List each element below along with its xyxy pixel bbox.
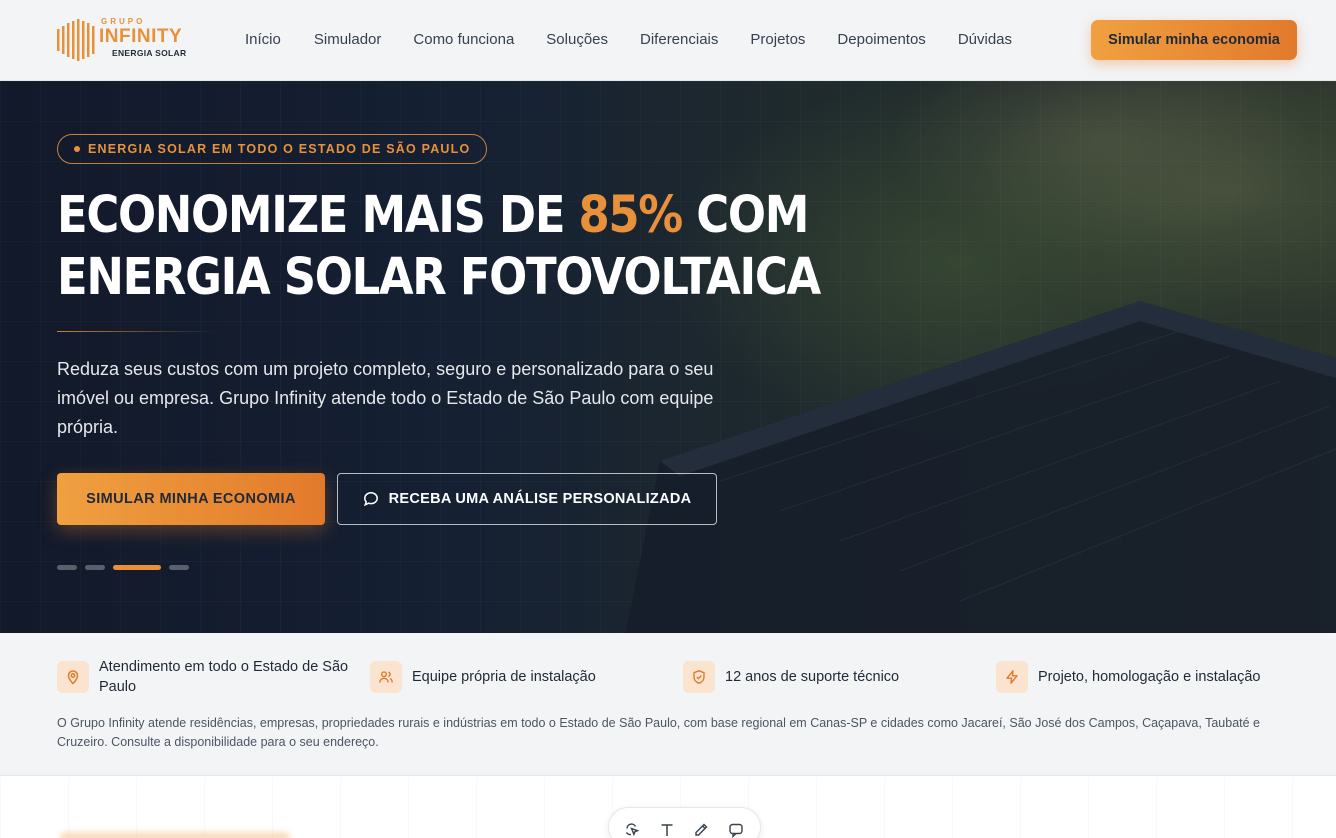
feature-text: 12 anos de suporte técnico xyxy=(725,669,900,685)
logo-name: INFINITY xyxy=(99,26,183,47)
feature-item: Atendimento em todo o Estado de São Paul… xyxy=(57,657,361,697)
text-tool-icon[interactable] xyxy=(657,820,678,838)
coverage-note: O Grupo Infinity atende residências, emp… xyxy=(57,716,1260,749)
hero-divider xyxy=(57,331,217,332)
hero-badge: ENERGIA SOLAR EM TODO O ESTADO DE SÃO PA… xyxy=(57,134,488,164)
hero-title-accent: 85% xyxy=(578,186,683,245)
hero-title-part2: COM xyxy=(681,186,809,245)
brand-logo[interactable]: GRUPO INFINITY ENERGIA SOLAR xyxy=(57,17,197,63)
logo-grupo: GRUPO xyxy=(101,17,146,26)
chat-bubble-icon xyxy=(363,492,378,507)
feature-item: Projeto, homologação e instalação xyxy=(996,661,1260,693)
select-tool-icon[interactable] xyxy=(622,820,643,838)
nav-item-duvidas[interactable]: Dúvidas xyxy=(958,31,1012,48)
shield-check-icon xyxy=(683,661,715,693)
feature-text: Atendimento em todo o Estado de São Paul… xyxy=(99,659,349,695)
feature-item: Equipe própria de instalação xyxy=(370,661,596,693)
badge-text: ENERGIA SOLAR EM TODO O ESTADO DE SÃO PA… xyxy=(88,142,471,156)
logo-tagline: ENERGIA SOLAR xyxy=(112,48,187,58)
feature-text: Equipe própria de instalação xyxy=(412,669,596,685)
comment-tool-icon[interactable] xyxy=(726,820,747,838)
hero-title: ECONOMIZE MAIS DE 85% COM ENERGIA SOLAR … xyxy=(57,185,821,309)
personalized-analysis-button[interactable]: RECEBA UMA ANÁLISE PERSONALIZADA xyxy=(337,473,717,525)
nav-item-diferenciais[interactable]: Diferenciais xyxy=(640,31,718,48)
next-section xyxy=(0,777,1336,838)
team-icon xyxy=(370,661,402,693)
nav-item-depoimentos[interactable]: Depoimentos xyxy=(837,31,925,48)
main-nav: Início Simulador Como funciona Soluções … xyxy=(245,31,1044,48)
simulate-savings-button[interactable]: SIMULAR MINHA ECONOMIA xyxy=(57,473,325,525)
badge-dot-icon xyxy=(74,146,80,152)
floating-toolbar xyxy=(608,807,761,838)
logo-bars-icon xyxy=(57,19,95,61)
features-strip: Atendimento em todo o Estado de São Paul… xyxy=(0,633,1336,776)
hero-title-line2: ENERGIA SOLAR FOTOVOLTAICA xyxy=(57,248,821,307)
hero-section: ENERGIA SOLAR EM TODO O ESTADO DE SÃO PA… xyxy=(0,81,1336,633)
hero-description: Reduza seus custos com um projeto comple… xyxy=(57,359,714,437)
nav-item-inicio[interactable]: Início xyxy=(245,31,281,48)
nav-item-simulador[interactable]: Simulador xyxy=(314,31,382,48)
carousel-dot-3[interactable] xyxy=(113,565,161,570)
site-header: GRUPO INFINITY ENERGIA SOLAR Início Simu… xyxy=(0,0,1336,81)
carousel-dot-1[interactable] xyxy=(57,565,77,570)
nav-item-projetos[interactable]: Projetos xyxy=(750,31,805,48)
nav-item-solucoes[interactable]: Soluções xyxy=(546,31,608,48)
carousel-dot-4[interactable] xyxy=(169,565,189,570)
pen-tool-icon[interactable] xyxy=(691,820,712,838)
section-glow xyxy=(60,832,290,838)
header-cta-button[interactable]: Simular minha economia xyxy=(1091,20,1297,60)
solar-panels-image xyxy=(625,301,1336,633)
feature-item: 12 anos de suporte técnico xyxy=(683,661,899,693)
lightning-icon xyxy=(996,661,1028,693)
carousel-dot-2[interactable] xyxy=(85,565,105,570)
carousel-indicators xyxy=(57,565,197,570)
nav-item-como-funciona[interactable]: Como funciona xyxy=(413,31,514,48)
map-pin-icon xyxy=(57,661,89,693)
personalized-analysis-label: RECEBA UMA ANÁLISE PERSONALIZADA xyxy=(388,491,692,507)
hero-title-part1: ECONOMIZE MAIS DE xyxy=(57,186,579,245)
feature-text: Projeto, homologação e instalação xyxy=(1038,669,1261,685)
